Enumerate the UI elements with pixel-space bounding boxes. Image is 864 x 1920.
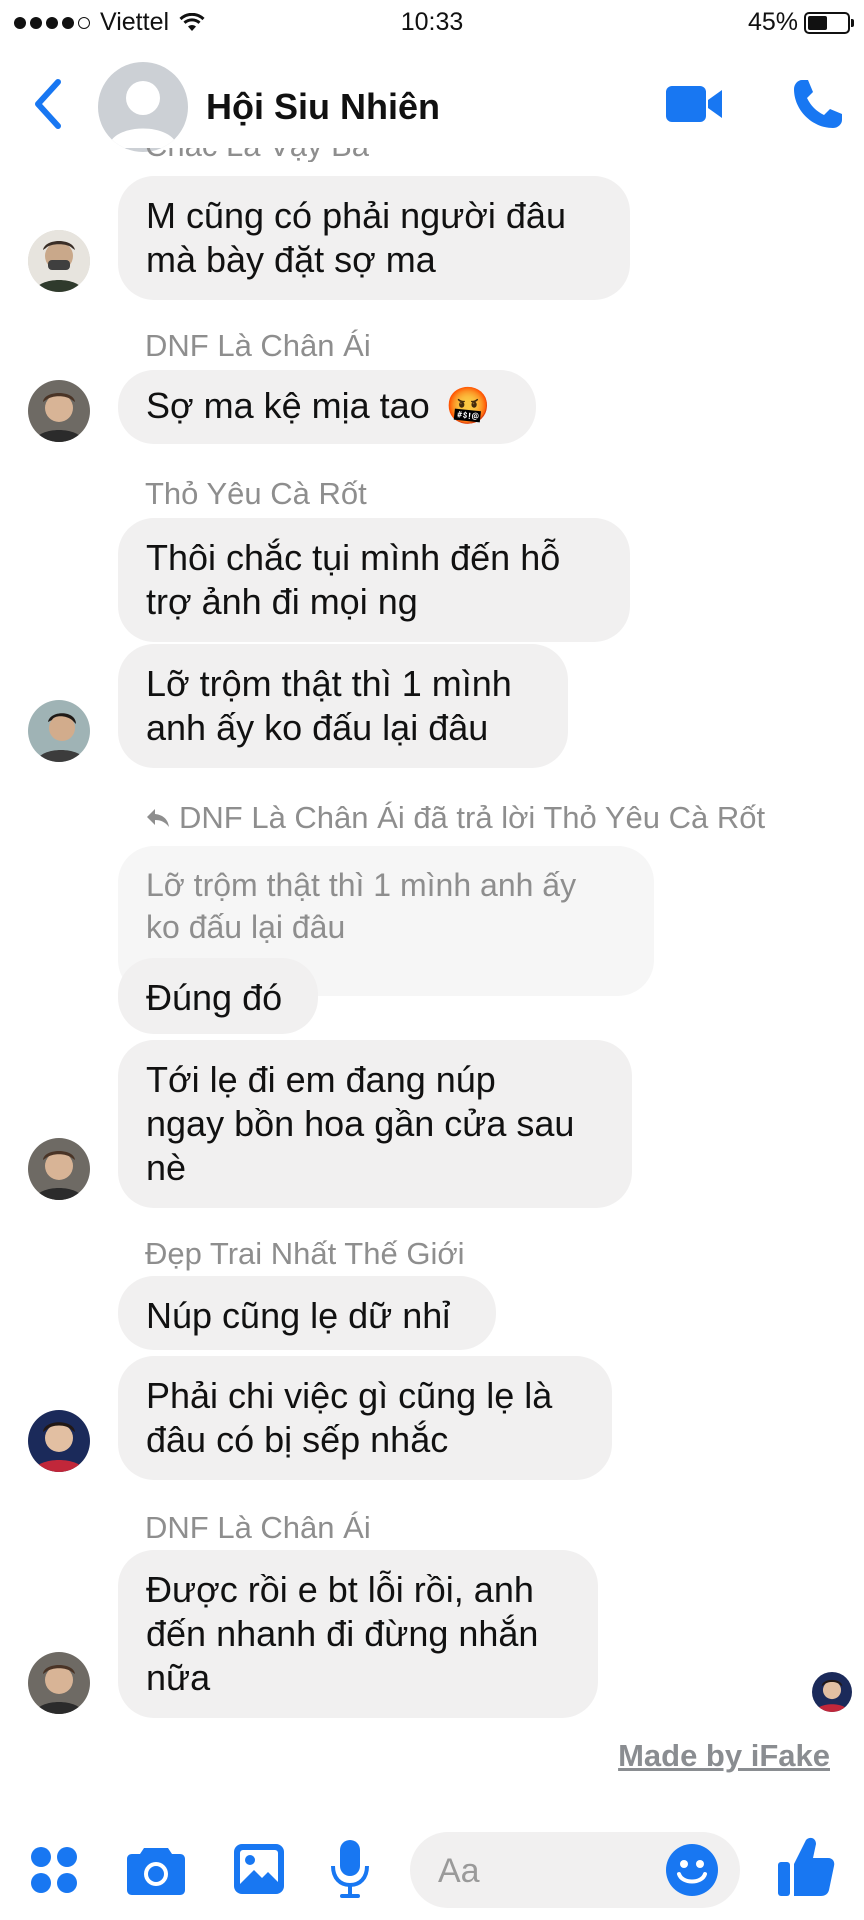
- sender-name: DNF Là Chân Ái: [145, 328, 371, 363]
- back-chevron-icon[interactable]: [28, 76, 68, 132]
- default-user-icon: [108, 81, 178, 148]
- reply-arrow-icon: [147, 809, 169, 827]
- person-photo-icon: [28, 1138, 90, 1200]
- message-bubble[interactable]: Phải chi việc gì cũng lẹ là đâu có bị sế…: [118, 1356, 612, 1480]
- message-text: Đúng đó: [146, 977, 283, 1018]
- person-photo-icon: [28, 1410, 90, 1472]
- avatar[interactable]: [28, 700, 90, 762]
- message-line: ngay bồn hoa gần cửa sau: [146, 1103, 575, 1144]
- message-bubble[interactable]: Sợ ma kệ mịa tao 🤬: [118, 370, 536, 444]
- message-line: Được rồi e bt lỗi rồi, anh: [146, 1569, 534, 1610]
- read-receipt-avatar: [812, 1672, 852, 1712]
- message-line: mà bày đặt sợ ma: [146, 239, 436, 280]
- person-photo-icon: [28, 380, 90, 442]
- avatar[interactable]: [28, 380, 90, 442]
- reply-text: DNF Là Chân Ái đã trả lời Thỏ Yêu Cà Rốt: [179, 800, 766, 835]
- chat-title[interactable]: Hội Siu Nhiên: [206, 86, 440, 128]
- person-photo-icon: [812, 1672, 852, 1712]
- message-line: trợ ảnh đi mọi ng: [146, 581, 418, 622]
- message-line: nữa: [146, 1657, 211, 1698]
- status-time: 10:33: [400, 8, 464, 36]
- composer-toolbar: [0, 1820, 864, 1920]
- battery-icon: [804, 11, 854, 34]
- thumbs-up-icon[interactable]: [776, 1834, 836, 1900]
- group-avatar[interactable]: [98, 62, 188, 152]
- phone-call-icon[interactable]: [790, 76, 846, 132]
- avatar[interactable]: [28, 1410, 90, 1472]
- person-photo-icon: [28, 700, 90, 762]
- message-bubble[interactable]: M cũng có phải người đâu mà bày đặt sợ m…: [118, 176, 630, 300]
- sender-name: Thỏ Yêu Cà Rốt: [145, 476, 367, 511]
- video-call-icon[interactable]: [664, 80, 724, 128]
- message-line: M cũng có phải người đâu: [146, 195, 566, 236]
- person-photo-icon: [28, 1652, 90, 1714]
- message-composer[interactable]: [410, 1832, 740, 1910]
- sender-name: Đẹp Trai Nhất Thế Giới: [145, 1236, 465, 1271]
- message-input[interactable]: [436, 1832, 660, 1910]
- message-text: Sợ ma kệ mịa tao: [146, 385, 430, 426]
- camera-icon[interactable]: [126, 1844, 186, 1896]
- message-bubble[interactable]: Lỡ trộm thật thì 1 mình anh ấy ko đấu lạ…: [118, 644, 568, 768]
- message-line: đâu có bị sếp nhắc: [146, 1419, 449, 1460]
- cut-off-sender-name: Chắc Là Vậy Ba: [145, 148, 369, 162]
- message-line: Phải chi việc gì cũng lẹ là: [146, 1375, 553, 1416]
- message-bubble[interactable]: Được rồi e bt lỗi rồi, anh đến nhanh đi …: [118, 1550, 598, 1718]
- message-line: nè: [146, 1147, 187, 1188]
- battery-info: 45%: [747, 8, 854, 37]
- avatar[interactable]: [28, 230, 90, 292]
- gallery-image-icon[interactable]: [232, 1842, 286, 1896]
- message-line: đến nhanh đi đừng nhắn: [146, 1613, 539, 1654]
- avatar[interactable]: [28, 1138, 90, 1200]
- microphone-icon[interactable]: [330, 1838, 370, 1900]
- sender-name: DNF Là Chân Ái: [145, 1510, 371, 1545]
- cursing-face-emoji: 🤬: [445, 385, 491, 426]
- chat-header: Hội Siu Nhiên: [0, 46, 864, 162]
- status-bar: Viettel 10:33 45%: [0, 0, 864, 46]
- avatar[interactable]: [28, 1652, 90, 1714]
- person-photo-icon: [28, 230, 90, 292]
- message-line: ko đấu lại đâu: [146, 909, 346, 945]
- message-text: Núp cũng lẹ dữ nhỉ: [146, 1295, 451, 1336]
- message-bubble[interactable]: Núp cũng lẹ dữ nhỉ: [118, 1276, 496, 1350]
- message-line: Tới lẹ đi em đang núp: [146, 1059, 496, 1100]
- message-bubble[interactable]: Thôi chắc tụi mình đến hỗ trợ ảnh đi mọi…: [118, 518, 630, 642]
- message-bubble[interactable]: Tới lẹ đi em đang núp ngay bồn hoa gần c…: [118, 1040, 632, 1208]
- emoji-icon[interactable]: [664, 1842, 720, 1898]
- battery-percent: 45%: [747, 8, 798, 36]
- watermark: Made by iFake: [618, 1738, 830, 1773]
- message-line: anh ấy ko đấu lại đâu: [146, 707, 489, 748]
- apps-grid-icon[interactable]: [28, 1844, 80, 1896]
- message-bubble[interactable]: Đúng đó: [118, 958, 318, 1034]
- message-line: Lỡ trộm thật thì 1 mình anh ấy: [146, 867, 577, 903]
- reply-indicator: DNF Là Chân Ái đã trả lời Thỏ Yêu Cà Rốt: [145, 800, 765, 836]
- message-line: Lỡ trộm thật thì 1 mình: [146, 663, 512, 704]
- message-line: Thôi chắc tụi mình đến hỗ: [146, 537, 561, 578]
